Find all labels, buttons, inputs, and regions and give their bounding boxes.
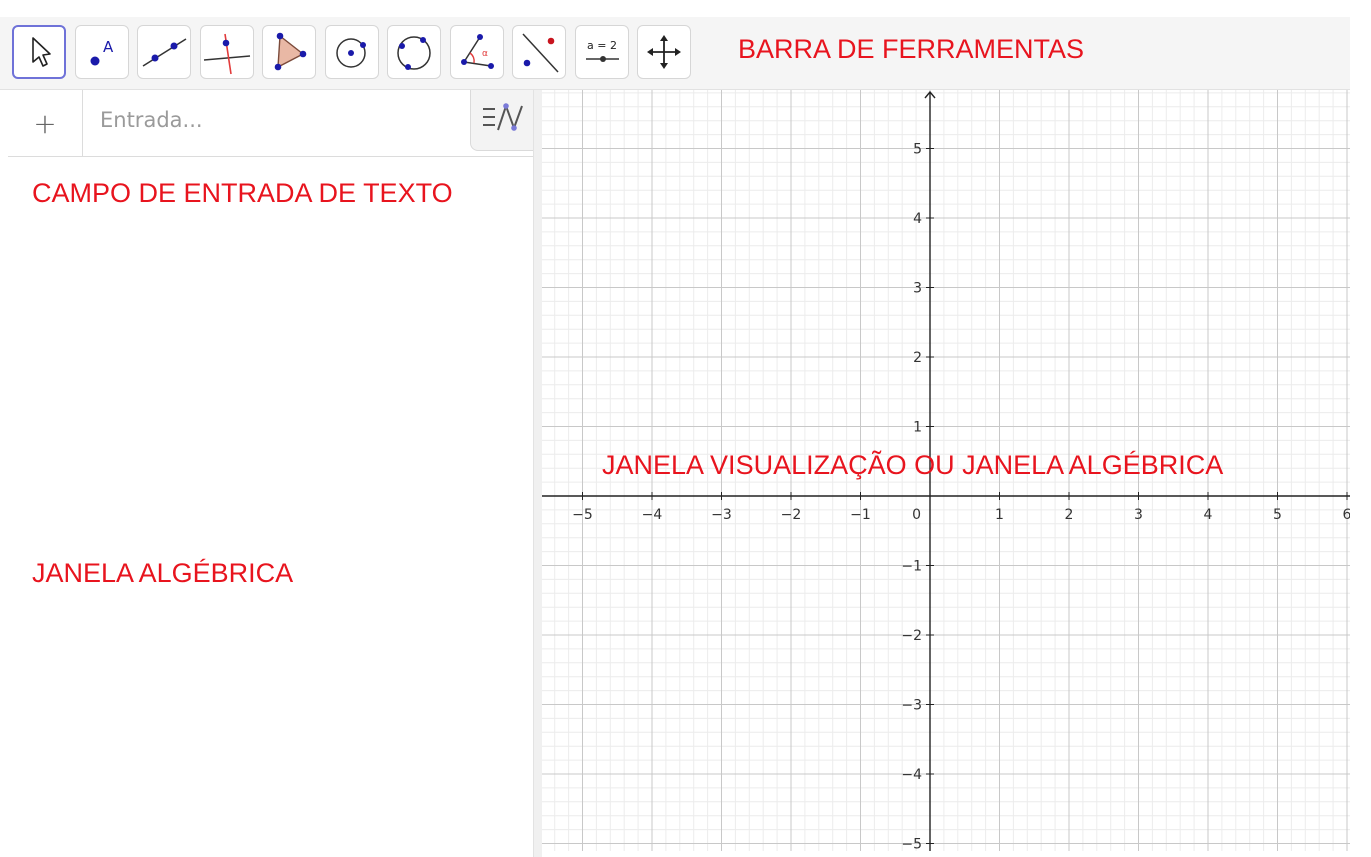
view-splitter[interactable] [533,90,542,857]
move-graphics-view-tool-button[interactable] [637,25,691,79]
x-tick-label: −5 [572,507,593,523]
add-item-button[interactable]: + [8,90,83,156]
x-tick-label: 1 [995,507,1004,523]
x-tick-label: 3 [1134,507,1143,523]
y-tick-label: −4 [901,767,922,783]
y-tick-label: −1 [901,559,922,575]
reflect-about-line-icon [522,33,559,73]
move-tool-button[interactable] [12,25,66,79]
y-tick-label: 1 [913,420,922,436]
perpendicular-line-tool-button[interactable] [200,25,254,79]
x-tick-label: −1 [850,507,871,523]
angle-icon: α [461,34,494,69]
point-icon: A [90,38,114,66]
y-tick-label: −3 [901,698,922,714]
pointer-arrow-icon [32,37,51,67]
algebra-style-button[interactable] [470,90,535,151]
svg-text:a = 2: a = 2 [587,39,617,52]
input-field[interactable] [100,108,460,132]
move-graphics-view-icon [647,35,681,69]
circle-three-points-tool-button[interactable] [387,25,441,79]
origin-label: 0 [912,507,921,523]
toolbar: A α a = 2 BARRA DE FERRAMENTAS [0,17,1350,90]
algebra-view-annotation: JANELA ALGÉBRICA [32,558,294,588]
x-tick-label: 4 [1204,507,1213,523]
polygon-tool-button[interactable] [262,25,316,79]
circle-center-point-icon [336,38,366,68]
perpendicular-line-icon [203,33,251,75]
graphics-view-annotation: JANELA VISUALIZAÇÃO OU JANELA ALGÉBRICA [602,450,1224,480]
x-tick-label: 2 [1065,507,1074,523]
algebra-view: + CAMPO DE ENTRADA DE TEXTO JANELA ALGÉB… [0,90,535,857]
y-tick-label: −5 [901,837,922,852]
y-tick-label: 4 [913,211,922,227]
svg-text:α: α [482,49,488,59]
y-tick-label: 2 [913,350,922,366]
angle-tool-button[interactable]: α [450,25,504,79]
line-tool-button[interactable] [137,25,191,79]
input-field-annotation: CAMPO DE ENTRADA DE TEXTO [32,178,453,208]
x-tick-label: −4 [642,507,663,523]
reflect-tool-button[interactable] [512,25,566,79]
point-tool-button[interactable]: A [75,25,129,79]
y-tick-label: −2 [901,628,922,644]
input-bar: + [8,90,535,157]
x-tick-label: −2 [781,507,802,523]
svg-text:A: A [103,38,114,56]
circle-three-points-icon [397,36,431,70]
x-tick-label: 6 [1343,507,1350,523]
slider-tool-button[interactable]: a = 2 [575,25,629,79]
x-tick-label: −3 [711,507,732,523]
toolbar-annotation: BARRA DE FERRAMENTAS [738,34,1085,64]
polygon-icon [274,32,307,71]
slider-icon: a = 2 [586,39,619,62]
circle-tool-button[interactable] [325,25,379,79]
algebra-style-icon [483,102,523,131]
y-tick-label: 3 [913,281,922,297]
x-tick-label: 5 [1273,507,1282,523]
line-through-two-points-icon [142,38,187,67]
graphics-view[interactable]: −5 −4 −3 −2 −1 1 2 3 4 5 6 5 4 3 2 1 −1 −2 −3 −4 −5 0 JANEL… [542,90,1350,851]
y-tick-label: 5 [913,142,922,158]
